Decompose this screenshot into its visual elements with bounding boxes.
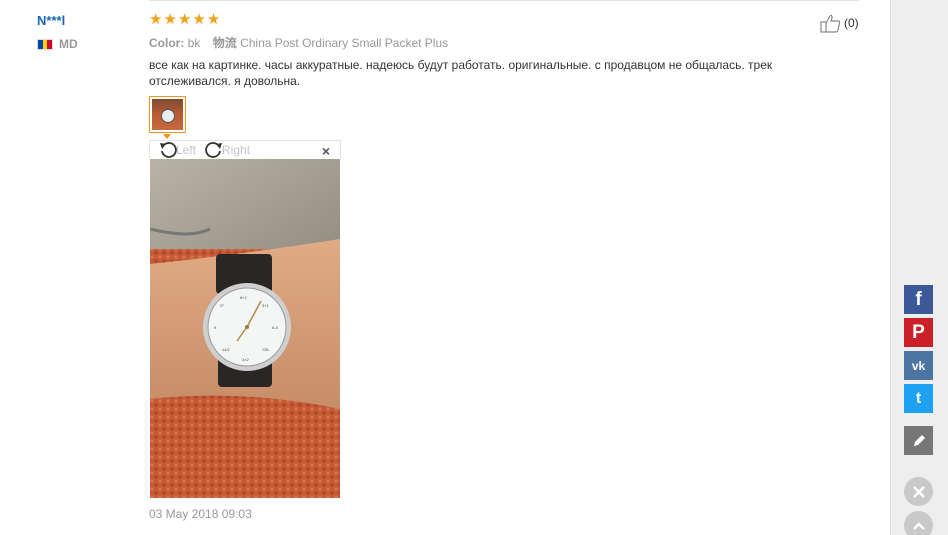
rotate-left-label: Left xyxy=(176,143,197,157)
rotate-left-icon xyxy=(160,142,177,158)
edit-button[interactable] xyxy=(904,426,933,455)
chevron-up-icon xyxy=(912,521,925,530)
scroll-top-button[interactable] xyxy=(904,511,933,535)
review-date: 03 May 2018 09:03 xyxy=(149,507,252,521)
close-sidebar-button[interactable] xyxy=(904,477,933,506)
facebook-share-button[interactable]: f xyxy=(904,285,933,314)
rotate-left-button[interactable]: Left xyxy=(158,141,196,159)
thumbnail-image xyxy=(152,99,183,130)
color-value: bk xyxy=(187,36,201,50)
star-icon: ★ xyxy=(192,11,206,28)
svg-text:14/2: 14/2 xyxy=(222,347,231,352)
helpful-count: (0) xyxy=(844,16,859,30)
thumbs-up-icon xyxy=(820,14,841,33)
buyer-country: MD xyxy=(37,37,78,51)
shipping-value: China Post Ordinary Small Packet Plus xyxy=(240,36,449,50)
wrist-watch-photo: 8+2 3+1 6-3 √25 3×2 14/2 9 2² xyxy=(150,159,340,498)
star-icon: ★ xyxy=(163,11,177,28)
country-code: MD xyxy=(59,37,78,51)
rotate-right-label: Right xyxy=(222,143,251,157)
star-rating: ★ ★ ★ ★ ★ xyxy=(149,12,859,27)
thumbnail-caret-icon xyxy=(163,134,171,139)
star-icon: ★ xyxy=(177,11,192,28)
twitter-share-button[interactable]: t xyxy=(904,384,933,413)
feedback-text: все как на картинке. часы аккуратные. на… xyxy=(149,58,773,88)
close-viewer-button[interactable]: × xyxy=(322,143,330,159)
rotate-right-button[interactable]: Right xyxy=(204,141,250,159)
helpful-button[interactable]: (0) xyxy=(820,13,859,33)
svg-text:6-3: 6-3 xyxy=(272,325,279,330)
close-icon xyxy=(912,485,925,498)
review-photo[interactable]: 8+2 3+1 6-3 √25 3×2 14/2 9 2² xyxy=(150,159,340,498)
svg-text:8+2: 8+2 xyxy=(240,295,248,300)
top-divider xyxy=(149,0,859,1)
vk-share-button[interactable]: vk xyxy=(904,351,933,380)
photo-thumbnail[interactable] xyxy=(149,96,186,133)
pencil-icon xyxy=(913,434,925,446)
svg-text:3+1: 3+1 xyxy=(262,303,270,308)
svg-text:3×2: 3×2 xyxy=(242,357,250,362)
buyer-info: N***l MD xyxy=(37,13,78,51)
pinterest-share-button[interactable]: P xyxy=(904,318,933,347)
star-icon: ★ xyxy=(149,11,163,28)
svg-text:√25: √25 xyxy=(262,347,269,352)
moldova-flag-icon xyxy=(37,38,53,50)
star-icon: ★ xyxy=(206,11,221,28)
review-body: ★ ★ ★ ★ ★ Color: bk 物流 China Post Ordina… xyxy=(149,12,859,89)
shipping-label: 物流 xyxy=(212,36,237,50)
rotate-right-icon xyxy=(205,142,223,158)
color-label: Color: xyxy=(149,36,185,50)
order-info: Color: bk 物流 China Post Ordinary Small P… xyxy=(149,34,859,51)
buyer-name[interactable]: N***l xyxy=(37,13,78,28)
image-viewer-toolbar: Left Right × xyxy=(149,140,341,159)
